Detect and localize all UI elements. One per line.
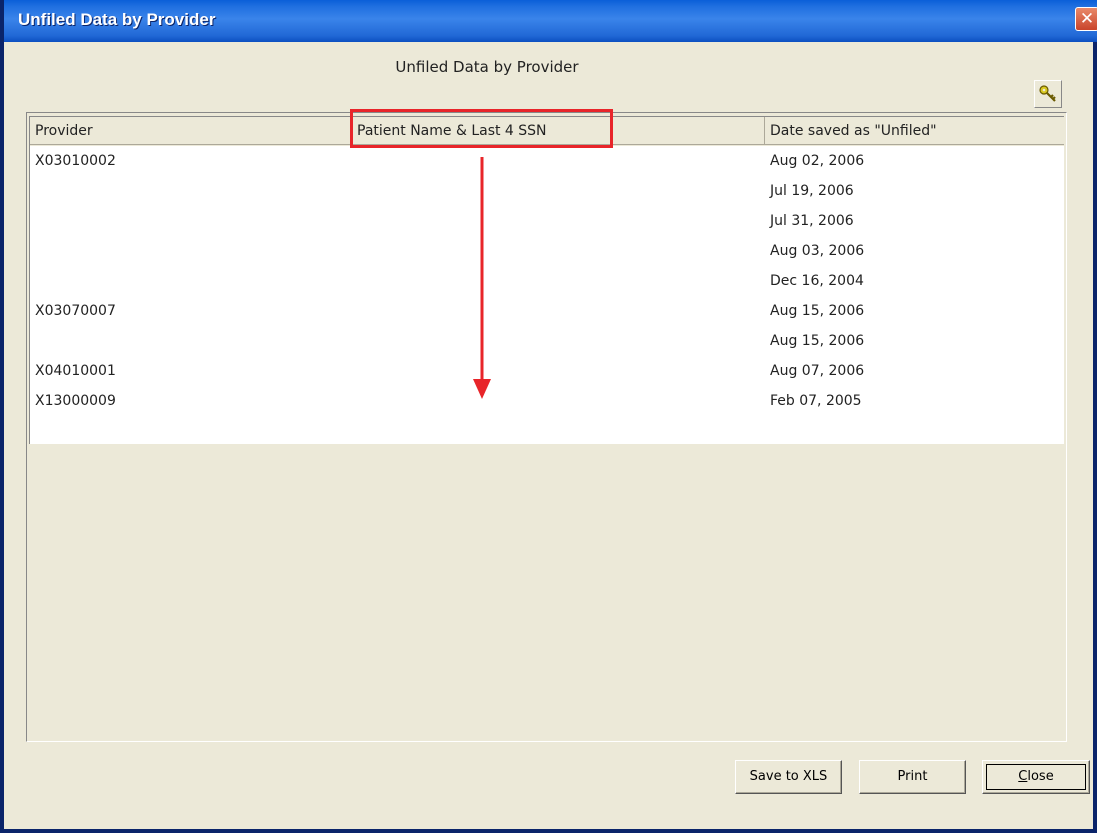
report-heading: Unfiled Data by Provider	[395, 58, 579, 76]
date-cell: Aug 02, 2006	[770, 153, 865, 169]
table-row[interactable]: Aug 03, 2006	[30, 236, 1064, 266]
provider-cell: X03010002	[35, 153, 116, 169]
provider-cell: X13000009	[35, 393, 116, 409]
save-to-xls-button[interactable]: Save to XLS	[735, 760, 842, 794]
table-row[interactable]: X03070007 Aug 15, 2006	[30, 296, 1064, 326]
data-table[interactable]: Provider Patient Name & Last 4 SSN Date …	[29, 116, 1064, 444]
close-button[interactable]: Close	[982, 760, 1090, 794]
table-row[interactable]: X03010002 Aug 02, 2006	[30, 146, 1064, 176]
date-cell: Jul 31, 2006	[770, 213, 854, 229]
table-row[interactable]: Dec 16, 2004	[30, 266, 1064, 296]
close-icon: ✕	[1079, 9, 1095, 29]
print-button[interactable]: Print	[859, 760, 966, 794]
date-cell: Aug 15, 2006	[770, 333, 865, 349]
dialog-window: Unfiled Data by Provider ✕ Unfiled Data …	[0, 0, 1097, 833]
date-cell: Feb 07, 2005	[770, 393, 862, 409]
close-label-rest: lose	[1027, 769, 1054, 784]
key-icon	[1039, 85, 1056, 102]
close-mnemonic: C	[1018, 769, 1028, 784]
date-cell: Aug 03, 2006	[770, 243, 865, 259]
date-cell: Jul 19, 2006	[770, 183, 854, 199]
annotation-highlight-box	[350, 109, 613, 148]
date-cell: Aug 15, 2006	[770, 303, 865, 319]
column-header-provider[interactable]: Provider	[30, 117, 352, 145]
table-row[interactable]: Aug 15, 2006	[30, 326, 1064, 356]
provider-cell: X03070007	[35, 303, 116, 319]
annotation-down-arrow-icon	[473, 157, 491, 399]
window-title: Unfiled Data by Provider	[18, 10, 216, 29]
provider-cell: X04010001	[35, 363, 116, 379]
table-row[interactable]: Jul 31, 2006	[30, 206, 1064, 236]
window-close-button[interactable]: ✕	[1075, 7, 1097, 31]
table-row[interactable]: X13000009 Feb 07, 2005	[30, 386, 1064, 416]
date-cell: Aug 07, 2006	[770, 363, 865, 379]
table-row[interactable]: Jul 19, 2006	[30, 176, 1064, 206]
column-header-date[interactable]: Date saved as "Unfiled"	[765, 117, 1064, 145]
date-cell: Dec 16, 2004	[770, 273, 864, 289]
table-row[interactable]: X04010001 Aug 07, 2006	[30, 356, 1064, 386]
title-bar[interactable]: Unfiled Data by Provider ✕	[4, 0, 1097, 42]
key-button[interactable]	[1034, 80, 1062, 108]
